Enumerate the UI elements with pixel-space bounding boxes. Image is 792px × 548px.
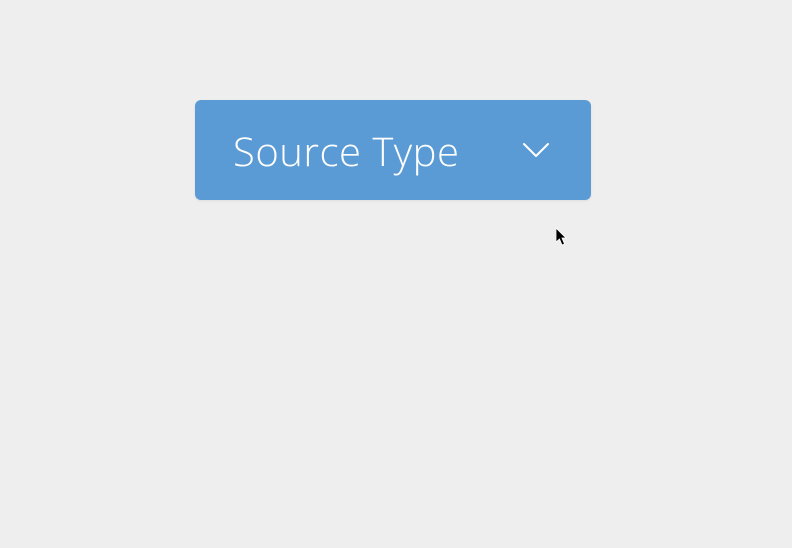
chevron-down-icon [521, 135, 551, 165]
source-type-dropdown[interactable]: Source Type [195, 100, 591, 200]
mouse-cursor-icon [556, 228, 570, 246]
dropdown-label: Source Type [233, 123, 459, 178]
